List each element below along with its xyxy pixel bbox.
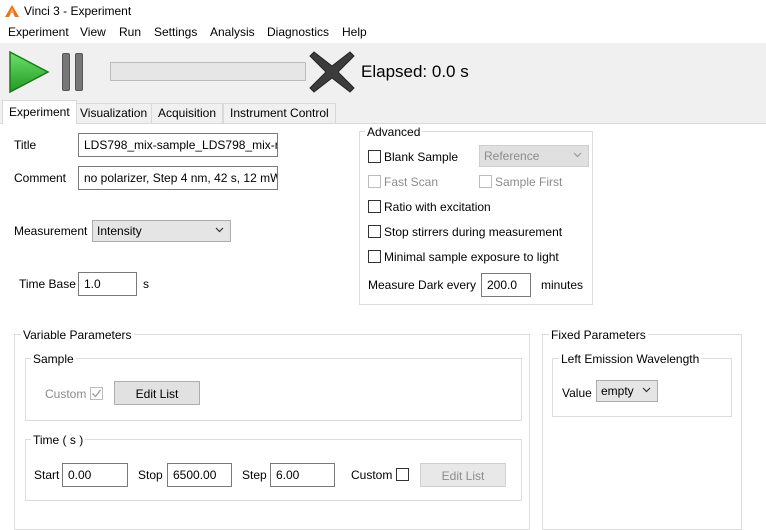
measure-dark-label: Measure Dark every: [368, 278, 477, 292]
advanced-legend: Advanced: [365, 125, 423, 139]
fast-scan-checkbox[interactable]: [368, 175, 381, 188]
chevron-down-icon: [215, 227, 224, 233]
start-input[interactable]: 0.00: [62, 463, 128, 487]
sample-edit-list-button[interactable]: Edit List: [114, 381, 200, 405]
title-input[interactable]: LDS798_mix-sample_LDS798_mix-ref: [78, 133, 278, 157]
sample-custom-checkbox[interactable]: [90, 387, 103, 400]
tab-experiment[interactable]: Experiment: [2, 100, 77, 124]
stop-x-icon[interactable]: [308, 48, 356, 96]
variable-parameters-legend: Variable Parameters: [21, 328, 134, 342]
tab-instrument-control[interactable]: Instrument Control: [223, 103, 336, 123]
menu-analysis[interactable]: Analysis: [210, 25, 255, 39]
wavelength-value-select[interactable]: empty: [596, 380, 658, 402]
measure-dark-input[interactable]: 200.0: [481, 273, 531, 297]
menu-help[interactable]: Help: [342, 25, 367, 39]
comment-label: Comment: [14, 171, 67, 185]
stop-input[interactable]: 6500.00: [167, 463, 232, 487]
blank-sample-checkbox[interactable]: [368, 150, 381, 163]
title-bar: Vinci 3 - Experiment: [0, 0, 766, 22]
measurement-label: Measurement: [14, 224, 88, 238]
measurement-select[interactable]: Intensity: [92, 220, 231, 242]
progress-bar: [110, 62, 306, 81]
step-label: Step: [242, 468, 267, 482]
app-logo-icon: [5, 5, 19, 17]
left-emission-wavelength-legend: Left Emission Wavelength: [559, 352, 702, 366]
wavelength-value: empty: [601, 384, 634, 398]
elapsed-time: Elapsed: 0.0 s: [361, 62, 469, 81]
fast-scan-label: Fast Scan: [384, 175, 439, 189]
tab-visualization[interactable]: Visualization: [73, 103, 155, 123]
time-custom-checkbox[interactable]: [396, 468, 409, 481]
minimal-exposure-checkbox[interactable]: [368, 250, 381, 263]
time-custom-label: Custom: [351, 468, 393, 482]
window-title: Vinci 3 - Experiment: [24, 4, 132, 18]
stop-stirrers-checkbox[interactable]: [368, 225, 381, 238]
sample-first-checkbox[interactable]: [479, 175, 492, 188]
time-legend: Time ( s ): [31, 433, 86, 447]
title-label: Title: [14, 138, 37, 152]
chevron-down-icon: [642, 387, 651, 393]
fixed-parameters-legend: Fixed Parameters: [549, 328, 648, 342]
reference-value: Reference: [484, 149, 540, 163]
timebase-label: Time Base: [19, 277, 76, 291]
menu-settings[interactable]: Settings: [154, 25, 197, 39]
reference-select[interactable]: Reference: [479, 145, 589, 167]
menu-experiment[interactable]: Experiment: [8, 25, 69, 39]
step-input[interactable]: 6.00: [270, 463, 335, 487]
menu-bar: Experiment View Run Settings Analysis Di…: [0, 22, 766, 43]
stop-label: Stop: [138, 468, 163, 482]
checkmark-icon: [92, 389, 102, 398]
measure-dark-unit: minutes: [541, 278, 584, 292]
pause-bar-left: [62, 53, 70, 91]
stop-stirrers-label: Stop stirrers during measurement: [384, 225, 563, 239]
value-label: Value: [562, 386, 592, 400]
timebase-input[interactable]: 1.0: [78, 272, 137, 296]
chevron-down-icon: [573, 152, 582, 158]
blank-sample-label: Blank Sample: [384, 150, 459, 164]
comment-input[interactable]: no polarizer, Step 4 nm, 42 s, 12 mW: [78, 166, 278, 190]
pause-bar-right: [75, 53, 83, 91]
start-label: Start: [34, 468, 60, 482]
menu-view[interactable]: View: [80, 25, 106, 39]
sample-custom-label: Custom: [45, 387, 87, 401]
timebase-unit: s: [143, 277, 149, 291]
sample-first-label: Sample First: [495, 175, 563, 189]
sample-legend: Sample: [31, 352, 76, 366]
ratio-label: Ratio with excitation: [384, 200, 491, 214]
ratio-checkbox[interactable]: [368, 200, 381, 213]
minimal-exposure-label: Minimal sample exposure to light: [384, 250, 559, 264]
play-icon[interactable]: [8, 50, 50, 94]
menu-run[interactable]: Run: [119, 25, 141, 39]
menu-diagnostics[interactable]: Diagnostics: [267, 25, 329, 39]
measurement-value: Intensity: [97, 224, 142, 238]
pause-button[interactable]: [62, 53, 84, 91]
tab-acquisition[interactable]: Acquisition: [151, 103, 224, 123]
time-edit-list-button[interactable]: Edit List: [420, 463, 506, 487]
